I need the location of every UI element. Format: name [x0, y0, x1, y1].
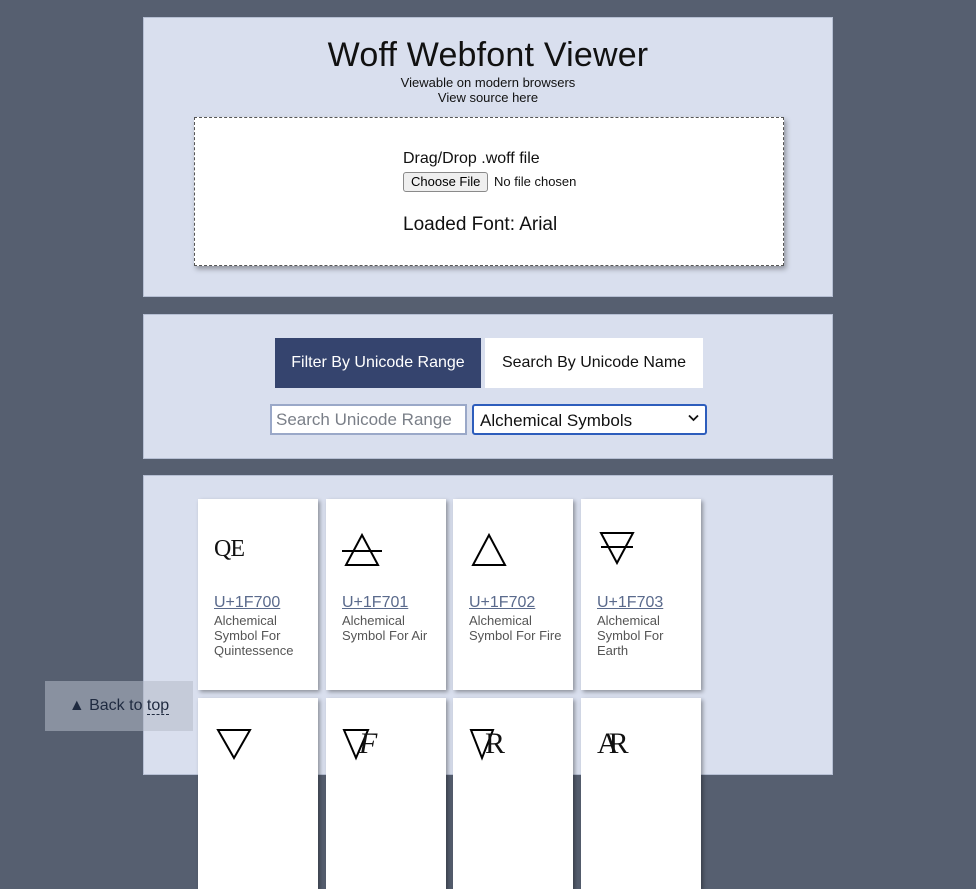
- glyph-code-link[interactable]: U+1F703: [597, 594, 663, 612]
- glyph-card[interactable]: QE U+1F700 Alchemical Symbol For Quintes…: [198, 499, 318, 690]
- tab-filter-by-range[interactable]: Filter By Unicode Range: [275, 338, 481, 388]
- glyph-name: Alchemical Symbol For Earth: [597, 613, 664, 658]
- earth-triangle-icon: [597, 529, 637, 569]
- quintessence-icon: QE: [214, 536, 245, 562]
- glyph-card[interactable]: F: [326, 698, 446, 889]
- aqua-regia-icon: R: [469, 724, 509, 764]
- water-triangle-icon: [214, 724, 254, 764]
- glyph-grid-panel: QE U+1F700 Alchemical Symbol For Quintes…: [143, 475, 833, 889]
- tab-search-by-name[interactable]: Search By Unicode Name: [485, 338, 703, 388]
- glyph-card[interactable]: R: [453, 698, 573, 889]
- back-to-top-button[interactable]: ▲ Back to top: [45, 681, 193, 731]
- dropzone-label: Drag/Drop .woff file: [403, 150, 540, 167]
- aquafortis-icon: F: [342, 724, 382, 764]
- back-to-top-label: ▲ Back to: [68, 697, 147, 714]
- page-title: Woff Webfont Viewer: [327, 36, 649, 74]
- file-status-text: No file chosen: [494, 174, 577, 189]
- selected-range-value: Alchemical Symbols: [480, 411, 633, 430]
- glyph-code-link[interactable]: U+1F700: [214, 594, 280, 612]
- glyph-card[interactable]: U+1F702 Alchemical Symbol For Fire: [453, 499, 573, 690]
- unicode-range-search-input[interactable]: [270, 404, 467, 435]
- chevron-down-icon: [688, 411, 699, 425]
- glyph-code-link[interactable]: U+1F702: [469, 594, 535, 612]
- air-triangle-icon: [342, 529, 382, 569]
- glyph-name: Alchemical Symbol For Fire: [469, 613, 562, 643]
- filter-panel: Filter By Unicode Range Search By Unicod…: [143, 314, 833, 459]
- glyph-name: Alchemical Symbol For Air: [342, 613, 428, 643]
- font-dropzone[interactable]: Drag/Drop .woff file Choose File No file…: [194, 117, 784, 266]
- glyph-card[interactable]: AR: [581, 698, 701, 889]
- choose-file-button[interactable]: Choose File: [403, 172, 489, 192]
- unicode-range-select[interactable]: Alchemical Symbols: [472, 404, 707, 435]
- aqua-regia-2-icon: AR: [597, 727, 629, 760]
- header-panel: Woff Webfont Viewer Viewable on modern b…: [143, 17, 833, 297]
- glyph-card[interactable]: U+1F701 Alchemical Symbol For Air: [326, 499, 446, 690]
- back-to-top-link[interactable]: top: [146, 697, 170, 715]
- fire-triangle-icon: [469, 529, 509, 569]
- page-subtitle: Viewable on modern browsers: [400, 75, 576, 90]
- loaded-font-label: Loaded Font: Arial: [403, 214, 558, 235]
- view-source-link[interactable]: View source here: [144, 90, 832, 105]
- glyph-code-link[interactable]: U+1F701: [342, 594, 408, 612]
- glyph-name: Alchemical Symbol For Quintessence: [214, 613, 294, 658]
- aqua-regia-letter: R: [485, 727, 506, 760]
- aquafortis-letter: F: [359, 727, 378, 760]
- glyph-card[interactable]: U+1F703 Alchemical Symbol For Earth: [581, 499, 701, 690]
- glyph-card[interactable]: [198, 698, 318, 889]
